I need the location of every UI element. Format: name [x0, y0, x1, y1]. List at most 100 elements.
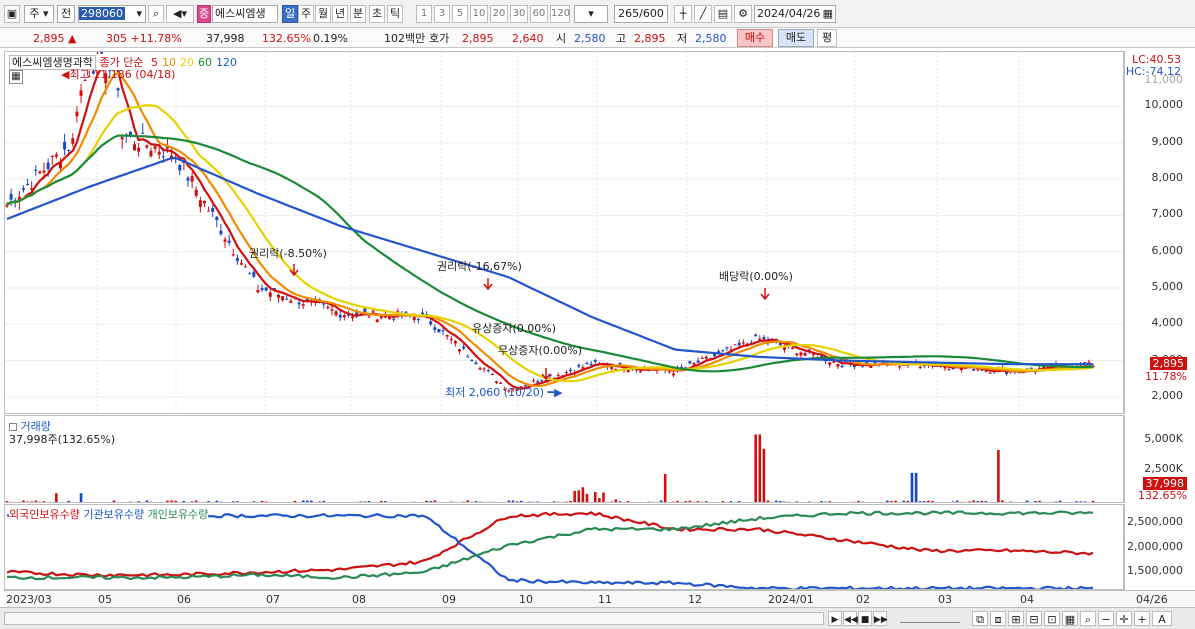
chart-type-select[interactable]: 주 ▾	[24, 5, 54, 23]
volume-bar	[800, 502, 803, 503]
layout2-icon[interactable]: ⧈	[990, 611, 1006, 626]
volume-bar	[593, 492, 597, 502]
candle-body	[227, 240, 231, 243]
speaker-icon[interactable]: ◀▾	[166, 5, 194, 23]
candle-body	[416, 318, 420, 321]
vol-tick-5000k: 5,000K	[1144, 432, 1183, 445]
candle-body	[696, 360, 700, 363]
holders-axis: 2,500,000 2,000,000 1,500,000	[1124, 504, 1195, 590]
draw-line-icon[interactable]: ╱	[694, 5, 712, 23]
ask-price: 2,640	[512, 32, 544, 45]
interval-button-5[interactable]: 5	[452, 5, 468, 23]
holders-pane[interactable]: 외국인보유수량 기관보유수량 개인보유수량	[4, 504, 1124, 590]
volume-pane[interactable]: 거래량 37,998주(132.65%)	[4, 415, 1124, 503]
scroll-select[interactable]: ▾	[574, 5, 608, 23]
avg-button[interactable]: 평	[817, 29, 837, 47]
interval-button-30[interactable]: 30	[510, 5, 528, 23]
volume-bar	[22, 500, 25, 502]
zoom-out-icon[interactable]: −	[1098, 611, 1114, 626]
volume-bar	[742, 502, 745, 503]
volume-bar	[960, 501, 963, 502]
grid-icon[interactable]: ▦	[9, 70, 23, 84]
period-tab-6[interactable]: 틱	[387, 5, 403, 23]
candle-body	[26, 183, 30, 185]
candle-body	[46, 162, 50, 170]
candle-body	[733, 344, 737, 346]
annotation-low: 최저 2,060 (10/20) ━▶	[445, 386, 563, 399]
interval-button-3[interactable]: 3	[434, 5, 450, 23]
volume-bar	[314, 502, 317, 503]
candle-body	[202, 200, 206, 204]
stock-code-input[interactable]: 298060 ▾	[78, 5, 146, 23]
volume-bar	[779, 501, 782, 502]
candle-body	[342, 315, 346, 318]
candle-body	[235, 258, 239, 262]
period-tab-4[interactable]: 분	[350, 5, 366, 23]
volume-bar	[458, 502, 461, 503]
save-icon[interactable]: ▤	[714, 5, 732, 23]
price-chart-svg	[5, 52, 1123, 413]
volume-bar	[696, 501, 700, 502]
volume-bar	[734, 502, 737, 503]
current-price-tag: 2,895	[1149, 357, 1187, 370]
candle-body	[947, 369, 951, 371]
period-tab-1[interactable]: 주	[298, 5, 314, 23]
interval-button-1[interactable]: 1	[416, 5, 432, 23]
candle-body	[404, 311, 408, 313]
font-size-icon[interactable]: A	[1152, 611, 1172, 626]
candle-body	[412, 316, 416, 321]
volume-bar	[511, 500, 515, 502]
candle-body	[828, 362, 832, 365]
y-tick-5000: 5,000	[1151, 279, 1184, 293]
period-tab-5[interactable]: 초	[369, 5, 385, 23]
scroll-right-icon[interactable]: ▶	[828, 611, 842, 626]
candle-body	[21, 188, 25, 190]
candle-icon[interactable]: ┼	[674, 5, 692, 23]
horizontal-scrollbar[interactable]	[4, 612, 824, 625]
layout1-icon[interactable]: ⧉	[972, 611, 988, 626]
volume-bar	[219, 501, 223, 502]
forward-icon[interactable]: ▶▶	[873, 611, 888, 626]
interval-button-120[interactable]: 120	[550, 5, 570, 23]
volume-bar	[515, 501, 519, 502]
price-pane[interactable]: 에스씨엠생명과학 종가 단순 5 10 20 60 120 ▦ ◀최고 11,186 (…	[4, 51, 1124, 414]
candle-body	[71, 138, 75, 144]
gear-icon[interactable]: ⚙	[734, 5, 752, 23]
candle-body	[137, 147, 141, 152]
buy-button[interactable]: 매수	[737, 29, 773, 47]
data-count-field[interactable]: 265/600	[614, 5, 668, 23]
period-tab-0[interactable]: 일	[282, 5, 298, 23]
interval-button-60[interactable]: 60	[530, 5, 548, 23]
period-type-button[interactable]: 전	[57, 5, 75, 23]
window-icon[interactable]: ▣	[4, 5, 20, 23]
candle-body	[219, 230, 223, 235]
volume-bar	[774, 500, 778, 502]
layout5-icon[interactable]: ⊡	[1044, 611, 1060, 626]
volume-bar	[231, 501, 235, 502]
sell-button[interactable]: 매도	[778, 29, 814, 47]
crosshair-icon[interactable]: ✛	[1116, 611, 1132, 626]
candle-body	[9, 193, 13, 200]
volume-bar	[392, 501, 395, 502]
volume-bar	[137, 501, 140, 502]
period-tab-2[interactable]: 월	[315, 5, 331, 23]
period-tab-3[interactable]: 년	[332, 5, 348, 23]
layout6-icon[interactable]: ▦	[1062, 611, 1078, 626]
zoom-in-icon[interactable]: +	[1134, 611, 1150, 626]
rewind-icon[interactable]: ◀◀	[843, 611, 858, 626]
magnify-icon[interactable]: ⌕	[1080, 611, 1096, 626]
layout3-icon[interactable]: ⊞	[1008, 611, 1024, 626]
volume-bar	[1009, 501, 1013, 502]
interval-button-10[interactable]: 10	[470, 5, 488, 23]
layout4-icon[interactable]: ⊟	[1026, 611, 1042, 626]
stock-name-field[interactable]: 에스씨엠생	[212, 5, 278, 23]
volume-bar	[569, 500, 572, 502]
volume-bar	[149, 501, 153, 502]
stop-icon[interactable]: ■	[858, 611, 872, 626]
interval-button-20[interactable]: 20	[490, 5, 508, 23]
search-icon[interactable]: ⌕	[148, 5, 164, 23]
volume-bar	[277, 502, 280, 503]
holders-tick-1500000: 1,500,000	[1127, 564, 1183, 577]
zoom-slider[interactable]	[900, 614, 960, 623]
date-field[interactable]: 2024/04/26 ▦	[754, 5, 836, 23]
